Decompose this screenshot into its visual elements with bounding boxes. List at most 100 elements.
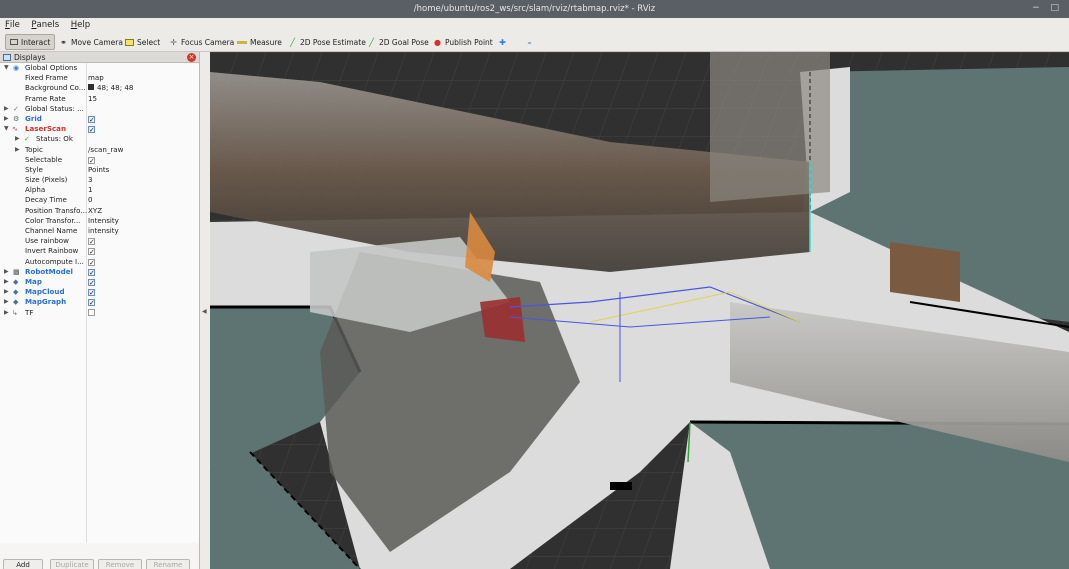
laserscan-enabled-checkbox[interactable]: ✓ [88, 124, 198, 134]
tree-item-robotmodel[interactable]: ▶ ▩ RobotModel ✓ [0, 267, 199, 277]
prop-value[interactable]: 3 [88, 175, 198, 185]
tree-item-status-ok[interactable]: ▶ ✓ Status: Ok [0, 134, 199, 144]
plus-icon: ✚ [499, 37, 506, 47]
prop-value[interactable]: intensity [88, 226, 198, 236]
mapcloud-enabled-checkbox[interactable]: ✓ [88, 287, 198, 297]
prop-value[interactable]: ✓ [88, 257, 198, 267]
move-camera-tool-button[interactable]: ⚭ Move Camera [55, 34, 127, 50]
prop-decay-time[interactable]: Decay Time 0 [0, 195, 199, 205]
menu-file-rest: ile [9, 20, 20, 30]
checkbox[interactable]: ✓ [88, 248, 95, 256]
prop-topic[interactable]: ▶ Topic /scan_raw [0, 145, 199, 155]
menu-panels[interactable]: Panels [26, 18, 63, 30]
prop-value[interactable]: Intensity [88, 216, 198, 226]
checkbox[interactable]: ✓ [88, 126, 95, 134]
expand-right-icon[interactable]: ▶ [4, 277, 9, 287]
tree-item-map[interactable]: ▶ ◆ Map ✓ [0, 277, 199, 287]
prop-value[interactable]: XYZ [88, 206, 198, 216]
render-viewport[interactable] [210, 52, 1069, 569]
prop-background-color[interactable]: Background Co... 48; 48; 48 [0, 83, 199, 93]
checkbox[interactable]: ✓ [88, 299, 95, 307]
prop-value[interactable]: ✓ [88, 246, 198, 256]
panel-splitter[interactable]: ◀ [200, 52, 210, 569]
mapgraph-enabled-checkbox[interactable]: ✓ [88, 297, 198, 307]
checkbox[interactable]: ✓ [88, 156, 95, 164]
menu-file[interactable]: File [0, 18, 24, 30]
prop-size[interactable]: Size (Pixels) 3 [0, 175, 199, 185]
prop-use-rainbow[interactable]: Use rainbow ✓ [0, 236, 199, 246]
checkbox[interactable]: ✓ [88, 115, 95, 123]
checkbox[interactable]: ✓ [88, 268, 95, 276]
remove-tool-button[interactable]: – [521, 34, 538, 50]
expand-right-icon[interactable]: ▶ [15, 134, 20, 144]
global-status-label: Global Status: ... [25, 103, 84, 113]
expand-right-icon[interactable]: ▶ [4, 114, 9, 124]
tree-item-tf[interactable]: ▶ ↳ TF [0, 308, 199, 318]
robotmodel-enabled-checkbox[interactable]: ✓ [88, 267, 198, 277]
rename-button[interactable]: Rename [146, 559, 190, 569]
tree-item-laserscan[interactable]: ▼ ∿ LaserScan ✓ [0, 124, 199, 134]
tree-item-mapcloud[interactable]: ▶ ◆ MapCloud ✓ [0, 287, 199, 297]
robot-icon: ▩ [13, 267, 20, 276]
expand-down-icon[interactable]: ▼ [4, 63, 9, 73]
tree-item-mapgraph[interactable]: ▶ ◆ MapGraph ✓ [0, 297, 199, 307]
prop-value[interactable]: Points [88, 165, 198, 175]
expand-right-icon[interactable]: ▶ [15, 145, 20, 155]
prop-value[interactable]: 48; 48; 48 [88, 83, 198, 93]
prop-value[interactable]: 1 [88, 185, 198, 195]
measure-tool-button[interactable]: Measure [233, 34, 286, 50]
expand-right-icon[interactable]: ▶ [4, 267, 9, 277]
checkbox[interactable]: ✓ [88, 238, 95, 246]
displays-tree[interactable]: ▼ ◉ Global Options Fixed Frame map Backg… [0, 63, 199, 543]
prop-value[interactable]: 15 [88, 94, 198, 104]
prop-channel-name[interactable]: Channel Name intensity [0, 226, 199, 236]
prop-selectable[interactable]: Selectable ✓ [0, 155, 199, 165]
expand-right-icon[interactable]: ▶ [4, 287, 9, 297]
point-cloud-door [890, 242, 960, 302]
prop-value[interactable]: /scan_raw [88, 145, 198, 155]
remove-button[interactable]: Remove [98, 559, 142, 569]
prop-invert-rainbow[interactable]: Invert Rainbow ✓ [0, 246, 199, 256]
expand-down-icon[interactable]: ▼ [4, 124, 9, 134]
checkbox[interactable] [88, 308, 95, 316]
prop-frame-rate[interactable]: Frame Rate 15 [0, 94, 199, 104]
checkbox[interactable]: ✓ [88, 278, 95, 286]
focus-camera-tool-button[interactable]: ✛ Focus Camera [165, 34, 238, 50]
prop-position-transformer[interactable]: Position Transfo... XYZ [0, 206, 199, 216]
prop-value[interactable]: ✓ [88, 155, 198, 165]
duplicate-button[interactable]: Duplicate [50, 559, 94, 569]
laser-icon: ∿ [12, 125, 18, 134]
tree-item-global-options[interactable]: ▼ ◉ Global Options [0, 63, 199, 73]
select-tool-button[interactable]: Select [121, 34, 164, 50]
checkbox[interactable]: ✓ [88, 258, 95, 266]
add-tool-button[interactable]: ✚ [494, 34, 511, 50]
prop-autocompute-intensity[interactable]: Autocompute I... ✓ [0, 257, 199, 267]
prop-alpha[interactable]: Alpha 1 [0, 185, 199, 195]
tree-item-global-status[interactable]: ▶ ✓ Global Status: ... [0, 104, 199, 114]
map-obstacle [610, 482, 632, 490]
tree-item-grid[interactable]: ▶ ⚙ Grid ✓ [0, 114, 199, 124]
tf-enabled-checkbox[interactable] [88, 308, 198, 318]
interact-tool-button[interactable]: Interact [5, 34, 56, 50]
point-cloud-red-object [480, 297, 525, 342]
prop-value[interactable]: ✓ [88, 236, 198, 246]
expand-right-icon[interactable]: ▶ [4, 104, 9, 114]
checkbox[interactable]: ✓ [88, 289, 95, 297]
expand-right-icon[interactable]: ▶ [4, 308, 9, 318]
prop-color-transformer[interactable]: Color Transfor... Intensity [0, 216, 199, 226]
grid-enabled-checkbox[interactable]: ✓ [88, 114, 198, 124]
publish-point-tool-button[interactable]: ● Publish Point [429, 34, 497, 50]
map-enabled-checkbox[interactable]: ✓ [88, 277, 198, 287]
prop-fixed-frame[interactable]: Fixed Frame map [0, 73, 199, 83]
add-button[interactable]: Add [3, 559, 43, 569]
expand-right-icon[interactable]: ▶ [4, 297, 9, 307]
close-icon[interactable]: × [187, 53, 196, 62]
background-value: 48; 48; 48 [97, 83, 134, 93]
window-controls[interactable]: − □ [1032, 3, 1063, 13]
prop-style[interactable]: Style Points [0, 165, 199, 175]
menu-help[interactable]: Help [66, 18, 94, 30]
prop-value[interactable]: 0 [88, 195, 198, 205]
goal-pose-tool-button[interactable]: ╱ 2D Goal Pose [363, 34, 433, 50]
pose-estimate-tool-button[interactable]: ╱ 2D Pose Estimate [284, 34, 370, 50]
prop-value[interactable]: map [88, 73, 198, 83]
